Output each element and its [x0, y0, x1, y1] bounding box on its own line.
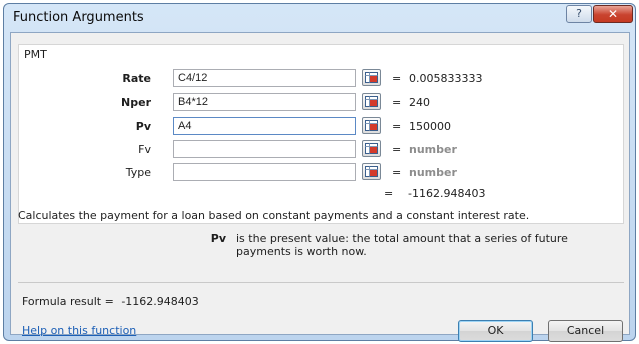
pv-label: Pv — [135, 120, 151, 133]
dialog-title: Function Arguments — [13, 10, 144, 25]
range-select-icon — [365, 96, 378, 107]
nper-collapse-button[interactable] — [362, 93, 381, 110]
pv-input[interactable] — [173, 117, 356, 135]
type-result: number — [409, 166, 457, 179]
function-arguments-dialog: Function Arguments ? ✕ PMT Rate = 0.0058… — [3, 3, 636, 342]
rate-equals: = — [392, 72, 402, 85]
fv-label: Fv — [138, 143, 151, 156]
fv-result: number — [409, 143, 457, 156]
range-select-icon — [365, 143, 378, 154]
function-description: Calculates the payment for a loan based … — [18, 209, 530, 222]
close-button[interactable]: ✕ — [593, 5, 633, 23]
rate-collapse-button[interactable] — [362, 69, 381, 86]
dialog-body: PMT Rate = 0.005833333 Nper — [10, 32, 630, 342]
fv-collapse-button[interactable] — [362, 140, 381, 157]
nper-label: Nper — [121, 96, 151, 109]
rate-result: 0.005833333 — [409, 72, 483, 85]
range-select-icon — [365, 72, 378, 83]
pv-collapse-button[interactable] — [362, 117, 381, 134]
type-input[interactable] — [173, 163, 356, 181]
close-icon: ✕ — [607, 7, 619, 21]
type-label: Type — [125, 166, 151, 179]
function-result-equals: = — [384, 187, 394, 200]
question-icon: ? — [576, 7, 582, 20]
nper-result: 240 — [409, 96, 430, 109]
fv-equals: = — [392, 143, 402, 156]
function-name: PMT — [24, 48, 47, 61]
formula-result-label: Formula result = — [22, 295, 114, 308]
cancel-button[interactable]: Cancel — [548, 320, 623, 342]
help-on-function-link[interactable]: Help on this function — [22, 324, 136, 337]
range-select-icon — [365, 166, 378, 177]
function-result-value: -1162.948403 — [408, 187, 486, 200]
pv-equals: = — [392, 120, 402, 133]
formula-result-value: -1162.948403 — [121, 295, 199, 308]
arg-help-name: Pv — [210, 232, 226, 245]
type-collapse-button[interactable] — [362, 163, 381, 180]
nper-equals: = — [392, 96, 402, 109]
fv-input[interactable] — [173, 140, 356, 158]
rate-input[interactable] — [173, 69, 356, 87]
ok-button[interactable]: OK — [458, 320, 533, 342]
function-group-box: PMT Rate = 0.005833333 Nper — [18, 44, 624, 224]
rate-label: Rate — [122, 72, 151, 85]
pv-result: 150000 — [409, 120, 451, 133]
range-select-icon — [365, 120, 378, 131]
help-button[interactable]: ? — [566, 5, 592, 23]
nper-input[interactable] — [173, 93, 356, 111]
type-equals: = — [392, 166, 402, 179]
divider — [18, 282, 624, 283]
formula-result: Formula result = -1162.948403 — [22, 295, 199, 308]
title-bar[interactable]: Function Arguments ? ✕ — [4, 4, 635, 32]
arg-help-text: is the present value: the total amount t… — [236, 232, 568, 258]
